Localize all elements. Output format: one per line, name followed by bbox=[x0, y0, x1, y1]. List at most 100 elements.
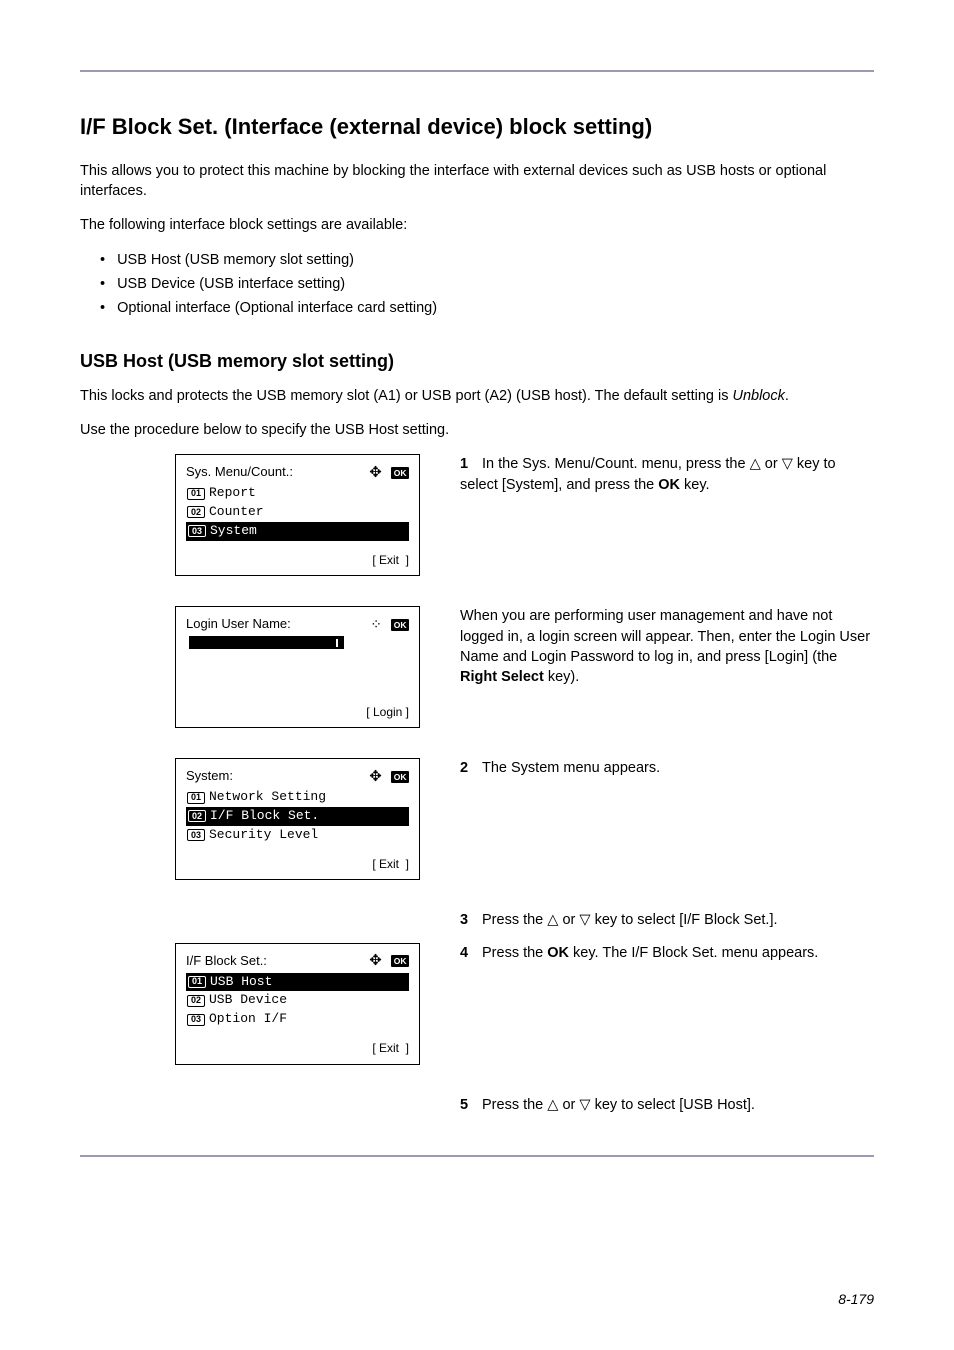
item-label: USB Device bbox=[209, 991, 287, 1010]
subsection-title: USB Host (USB memory slot setting) bbox=[80, 349, 874, 374]
nav-arrows-dotted-icon bbox=[367, 617, 387, 633]
text: . bbox=[785, 388, 789, 404]
step-number: 5 bbox=[460, 1095, 482, 1115]
down-triangle-icon: ▽ bbox=[579, 912, 590, 928]
nav-arrows-icon bbox=[367, 769, 387, 785]
item-label: USB Host bbox=[210, 973, 272, 992]
sub-intro: This locks and protects the USB memory s… bbox=[80, 386, 874, 406]
item-label: Network Setting bbox=[209, 788, 326, 807]
step-number: 1 bbox=[460, 454, 482, 474]
step-row-2: System: OK 01Network Setting 02I/F Block… bbox=[80, 758, 874, 880]
key-name: Right Select bbox=[460, 669, 544, 685]
nav-arrows-icon bbox=[367, 953, 387, 969]
item-number: 03 bbox=[187, 829, 205, 841]
down-triangle-icon: ▽ bbox=[782, 456, 793, 472]
step-row-login: Login User Name: OK [ Login ] When you a… bbox=[80, 606, 874, 728]
step-text: 4Press the OK key. The I/F Block Set. me… bbox=[460, 943, 874, 963]
step-row-4: I/F Block Set.: OK 01 USB Host 02 USB Devi… bbox=[80, 943, 874, 1065]
text: or bbox=[558, 912, 579, 928]
text: key). bbox=[544, 669, 579, 685]
ok-icon: OK bbox=[391, 955, 409, 967]
lcd-menu-item: 03Security Level bbox=[186, 826, 409, 845]
ok-icon: OK bbox=[391, 619, 409, 631]
item-number: 02 bbox=[188, 810, 206, 822]
lcd-title: Sys. Menu/Count.: bbox=[186, 463, 293, 482]
step-text: 5Press the △ or ▽ key to select [USB Hos… bbox=[460, 1095, 874, 1115]
ok-key: OK bbox=[547, 945, 569, 961]
bullet-item: Optional interface (Optional interface c… bbox=[100, 298, 874, 318]
text: key to select [USB Host]. bbox=[591, 1097, 755, 1113]
item-number: 01 bbox=[187, 792, 205, 804]
lcd-menu-item: 01 Network Setting bbox=[186, 788, 409, 807]
lcd-menu-item-selected: 01 USB Host bbox=[186, 973, 409, 992]
intro-paragraph: This allows you to protect this machine … bbox=[80, 161, 874, 202]
page-content: I/F Block Set. (Interface (external devi… bbox=[0, 0, 954, 1197]
softkey-right: [ Exit ] bbox=[372, 1040, 409, 1057]
item-number: 03 bbox=[187, 1014, 205, 1026]
top-divider bbox=[80, 70, 874, 72]
text: Press the bbox=[482, 945, 547, 961]
nav-arrows-icon bbox=[367, 465, 387, 481]
text: or bbox=[761, 456, 782, 472]
step-row-3: 3Press the △ or ▽ key to select [I/F Blo… bbox=[80, 910, 874, 930]
text: When you are performing user management … bbox=[460, 608, 870, 665]
login-input-line bbox=[186, 636, 409, 649]
item-label: Option I/F bbox=[209, 1010, 287, 1029]
softkey-right: [ Login ] bbox=[366, 704, 409, 721]
step-row-1: Sys. Menu/Count.: OK 01Report 02Counter … bbox=[80, 454, 874, 576]
step-number: 3 bbox=[460, 910, 482, 930]
text: key. bbox=[680, 477, 710, 493]
page-number: 8-179 bbox=[838, 1290, 874, 1310]
text: In the Sys. Menu/Count. menu, press the bbox=[482, 456, 750, 472]
step-text: When you are performing user management … bbox=[460, 606, 874, 687]
section-title: I/F Block Set. (Interface (external devi… bbox=[80, 112, 874, 143]
lcd-menu-item: 01 Report bbox=[186, 484, 409, 503]
lcd-screen-login: Login User Name: OK [ Login ] bbox=[175, 606, 420, 728]
input-cursor bbox=[189, 636, 344, 649]
text: Press the bbox=[482, 912, 547, 928]
ok-icon: OK bbox=[391, 771, 409, 783]
sub-intro-2: Use the procedure below to specify the U… bbox=[80, 420, 874, 440]
lcd-screen-1: Sys. Menu/Count.: OK 01Report 02Counter … bbox=[175, 454, 420, 576]
up-triangle-icon: △ bbox=[750, 456, 761, 472]
up-triangle-icon: △ bbox=[547, 1097, 558, 1113]
step-number: 4 bbox=[460, 943, 482, 963]
up-triangle-icon: △ bbox=[547, 912, 558, 928]
text: Press the bbox=[482, 1097, 547, 1113]
default-value: Unblock bbox=[732, 388, 784, 404]
ok-key: OK bbox=[658, 477, 680, 493]
item-label: System bbox=[210, 522, 257, 541]
text: or bbox=[558, 1097, 579, 1113]
intro-paragraph-2: The following interface block settings a… bbox=[80, 215, 874, 235]
step-text: 1In the Sys. Menu/Count. menu, press the… bbox=[460, 454, 874, 495]
item-number: 02 bbox=[187, 995, 205, 1007]
step-number: 2 bbox=[460, 758, 482, 778]
bottom-divider bbox=[80, 1155, 874, 1157]
item-number: 03 bbox=[188, 525, 206, 537]
lcd-menu-item: 02 USB Device bbox=[186, 991, 409, 1010]
lcd-title: I/F Block Set.: bbox=[186, 952, 267, 971]
lcd-menu-item: 02 Counter bbox=[186, 503, 409, 522]
bullet-list: USB Host (USB memory slot setting) USB D… bbox=[100, 250, 874, 319]
item-label: I/F Block Set. bbox=[210, 807, 319, 826]
text: key to select [I/F Block Set.]. bbox=[591, 912, 778, 928]
lcd-menu-item-selected: 03 System bbox=[186, 522, 409, 541]
item-label: Report bbox=[209, 484, 256, 503]
bullet-item: USB Host (USB memory slot setting) bbox=[100, 250, 874, 270]
text: This locks and protects the USB memory s… bbox=[80, 388, 732, 404]
step-text: 3Press the △ or ▽ key to select [I/F Blo… bbox=[460, 910, 874, 930]
ok-icon: OK bbox=[391, 467, 409, 479]
bullet-item: USB Device (USB interface setting) bbox=[100, 274, 874, 294]
text: key. The I/F Block Set. menu appears. bbox=[569, 945, 818, 961]
item-label: Counter bbox=[209, 503, 264, 522]
lcd-menu-item: 03 Option I/F bbox=[186, 1010, 409, 1029]
item-number: 01 bbox=[188, 976, 206, 988]
lcd-screen-2: System: OK 01Network Setting 02I/F Block… bbox=[175, 758, 420, 880]
step-text: 2The System menu appears. bbox=[460, 758, 874, 778]
item-number: 02 bbox=[187, 506, 205, 518]
text: The System menu appears. bbox=[482, 760, 660, 776]
softkey-right: [ Exit ] bbox=[372, 856, 409, 873]
item-number: 01 bbox=[187, 488, 205, 500]
step-row-5: 5Press the △ or ▽ key to select [USB Hos… bbox=[80, 1095, 874, 1115]
down-triangle-icon: ▽ bbox=[579, 1097, 590, 1113]
